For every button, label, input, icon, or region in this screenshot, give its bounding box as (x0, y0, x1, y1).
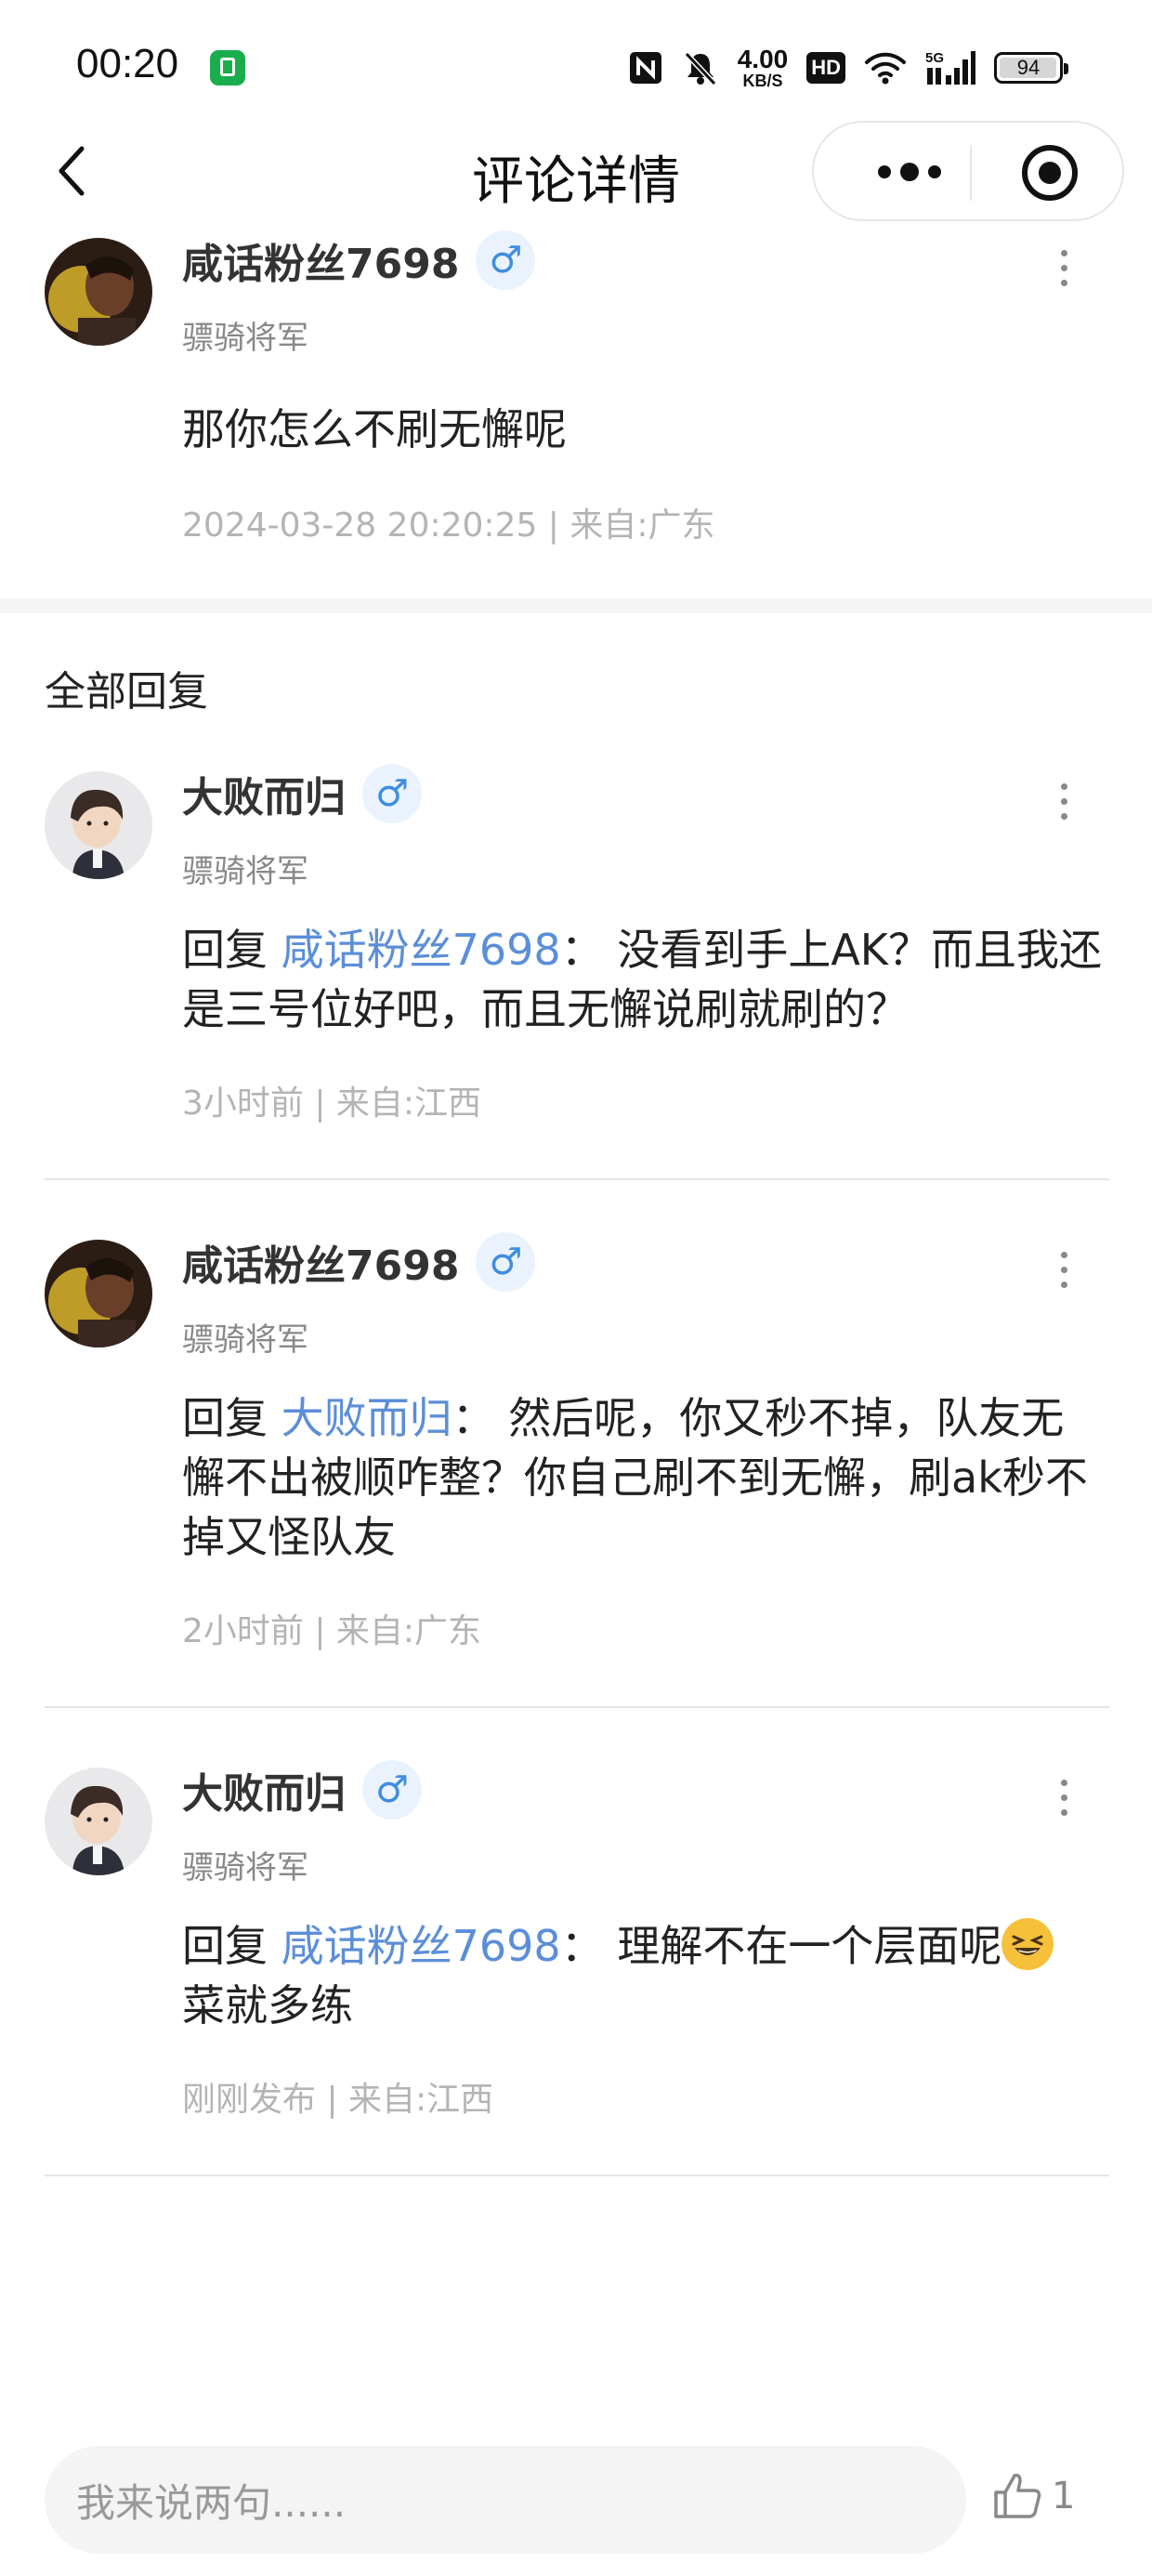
section-divider (0, 598, 1152, 613)
avatar[interactable] (45, 238, 152, 346)
reply-prefix: 回复 (182, 1921, 281, 1971)
reply-more-button[interactable] (1050, 1769, 1078, 1825)
like-button[interactable]: 1 (992, 2472, 1075, 2520)
close-miniprogram-button[interactable] (1020, 143, 1080, 203)
cellular-signal-icon: 5G (925, 49, 975, 86)
avatar[interactable] (45, 1240, 152, 1347)
more-dot-icon (900, 163, 919, 181)
signal-5g-label: 5G (925, 50, 944, 66)
comment-text: 那你怎么不刷无懈呢 (182, 404, 567, 454)
reply-colon: ： (560, 1921, 604, 1971)
reply-author: 咸话粉丝7698 ♂ (182, 1232, 536, 1292)
network-speed-value: 4.00 (737, 45, 789, 73)
reply-divider (45, 1178, 1109, 1180)
male-icon: ♂ (362, 1760, 422, 1820)
more-options-button[interactable] (858, 149, 961, 195)
reply-author: 大败而归 ♂ (182, 1760, 422, 1820)
nfc-icon (628, 49, 663, 86)
battery-level: 94 (1016, 56, 1041, 79)
reply-more-button[interactable] (1050, 1242, 1078, 1297)
reply-prefix: 回复 (182, 925, 281, 975)
reply-divider (45, 1706, 1109, 1708)
thumbs-up-icon (994, 2473, 1041, 2518)
mention-link[interactable]: 咸话粉丝7698 (281, 1921, 561, 1971)
target-icon (1022, 145, 1078, 201)
app-notification-icon (210, 50, 245, 85)
avatar[interactable] (45, 1768, 152, 1875)
reply-content-continued: 菜就多练 (182, 1980, 353, 2031)
male-icon: ♂ (476, 230, 536, 290)
status-time: 00:20 (76, 41, 179, 86)
battery-icon: 94 (994, 52, 1068, 84)
grinning-squinting-face-icon (1001, 1918, 1054, 1970)
author-name[interactable]: 咸话粉丝7698 (182, 230, 459, 290)
reply-divider (45, 2175, 1109, 2176)
reply-text: 回复 咸话粉丝7698： 没看到手上AK？而且我还是三号位好吧，而且无懈说刷就刷… (182, 920, 1102, 1039)
author-name[interactable]: 大败而归 (182, 1760, 346, 1820)
male-icon: ♂ (362, 764, 422, 823)
reply-colon: ： (560, 925, 604, 975)
male-icon: ♂ (476, 1232, 536, 1292)
avatar[interactable] (45, 771, 152, 879)
comment-author: 咸话粉丝7698 ♂ (182, 230, 536, 290)
mention-link[interactable]: 咸话粉丝7698 (281, 925, 561, 975)
author-rank: 骠骑将军 (182, 853, 308, 890)
author-rank: 骠骑将军 (182, 1849, 308, 1886)
reply-meta: 2小时前 | 来自:广东 (182, 1612, 482, 1650)
status-icons: 4.00 KB/S HD 5G 94 (628, 43, 1068, 93)
comment-meta: 2024-03-28 20:20:25 | 来自:广东 (182, 506, 715, 545)
capsule-divider (970, 145, 972, 201)
bottom-input-bar: 我来说两句...... 1 (0, 2420, 1152, 2576)
reply-text: 回复 咸话粉丝7698： 理解不在一个层面呢菜就多练 (182, 1916, 1102, 2035)
like-count: 1 (1052, 2475, 1076, 2517)
more-dot-icon (878, 165, 891, 178)
reply-prefix: 回复 (182, 1393, 281, 1443)
mute-bell-icon (682, 49, 719, 86)
author-name[interactable]: 咸话粉丝7698 (182, 1232, 459, 1292)
hd-icon: HD (806, 52, 845, 84)
author-rank: 骠骑将军 (182, 320, 308, 357)
reply-meta: 3小时前 | 来自:江西 (182, 1084, 482, 1123)
reply-colon: ： (452, 1393, 495, 1443)
replies-section-title: 全部回复 (45, 668, 208, 716)
reply-more-button[interactable] (1050, 773, 1078, 829)
network-speed: 4.00 KB/S (737, 45, 789, 90)
status-bar: 00:20 4.00 KB/S HD 5G 94 (0, 0, 1152, 139)
reply-input-placeholder: 我来说两句...... (76, 2479, 347, 2526)
network-speed-unit: KB/S (742, 72, 783, 90)
author-name[interactable]: 大败而归 (182, 764, 346, 823)
reply-author: 大败而归 ♂ (182, 764, 422, 823)
comment-more-button[interactable] (1050, 240, 1078, 296)
miniprogram-capsule (812, 121, 1124, 221)
author-rank: 骠骑将军 (182, 1321, 308, 1359)
nav-bar: 评论详情 (0, 121, 1152, 223)
reply-meta: 刚刚发布 | 来自:江西 (182, 2081, 494, 2119)
reply-text: 回复 大败而归： 然后呢，你又秒不掉，队友无懈不出被顺咋整？你自己刷不到无懈，刷… (182, 1388, 1102, 1567)
more-dot-icon (928, 165, 941, 178)
reply-input[interactable]: 我来说两句...... (45, 2446, 966, 2554)
mention-link[interactable]: 大败而归 (281, 1393, 452, 1443)
wifi-icon (864, 49, 907, 86)
reply-content: 理解不在一个层面呢 (617, 1921, 1002, 1971)
